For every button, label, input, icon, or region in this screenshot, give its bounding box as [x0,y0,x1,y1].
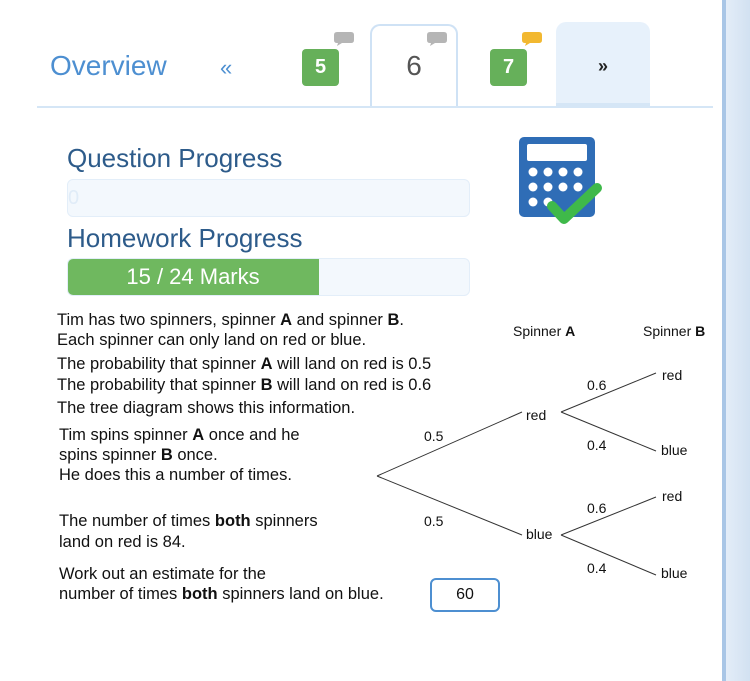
both-red-text-1: The number of times both spinners [59,512,318,530]
tree-header-spinner-b: Spinner B [643,323,706,339]
previous-questions-button[interactable]: « [220,55,232,81]
question-line-2: Each spinner can only land on red or blu… [57,331,367,349]
tree-label-b-blue-2: blue [661,565,688,581]
overview-tab[interactable]: Overview [50,50,167,82]
tree-prob-red-blue: 0.4 [587,437,607,453]
homework-progress-bar: 15 / 24 Marks [67,258,470,296]
tree-header-spinner-a: Spinner A [513,323,576,339]
tree-prob-a-blue: 0.5 [424,513,444,529]
tree-label-b-red-1: red [662,367,683,383]
question-progress-title: Question Progress [67,143,283,173]
tree-label-b-red-2: red [662,488,683,504]
work-out-text-2: number of times both spinners land on bl… [59,585,384,603]
tree-label-b-blue-1: blue [661,442,688,458]
question-line-1: Tim has two spinners, spinner A and spin… [57,311,404,329]
next-questions-button[interactable]: » [556,22,650,106]
calculator-allowed-icon [519,137,602,224]
tree-label-a-blue: blue [526,526,553,542]
tab-bar-divider [37,106,713,108]
next-questions-label: » [597,56,608,76]
tree-prob-a-red: 0.5 [424,428,444,444]
comment-bubble-icon [522,32,542,46]
spin-text-1: Tim spins spinner A once and he [59,426,300,444]
both-red-text-2: land on red is 84. [59,533,186,551]
question-progress-bar: 0 [67,179,470,217]
tree-prob-blue-red: 0.6 [587,500,607,516]
spin-text-3: He does this a number of times. [59,466,292,484]
tree-label-a-red: red [526,407,547,423]
tree-prob-blue-blue: 0.4 [587,560,607,576]
page-scroll-edge [722,0,750,681]
comment-bubble-icon [334,32,354,46]
work-out-text-1: Work out an estimate for the [59,565,266,583]
spin-text-2: spins spinner B once. [59,446,218,464]
tree-prob-red-red: 0.6 [587,377,607,393]
question-progress-value: 0 [68,187,80,209]
homework-progress-text: 15 / 24 Marks [126,264,260,289]
homework-progress-title: Homework Progress [67,223,303,253]
question-tab-6-label: 6 [406,50,422,81]
question-tab-5[interactable]: 5 [302,49,339,86]
question-line-5: The tree diagram shows this information. [57,399,356,417]
tree-diagram: Spinner A Spinner B 0.5 0.5 red blue 0.6… [370,315,722,595]
comment-bubble-icon [427,32,447,46]
question-tab-7[interactable]: 7 [490,49,527,86]
